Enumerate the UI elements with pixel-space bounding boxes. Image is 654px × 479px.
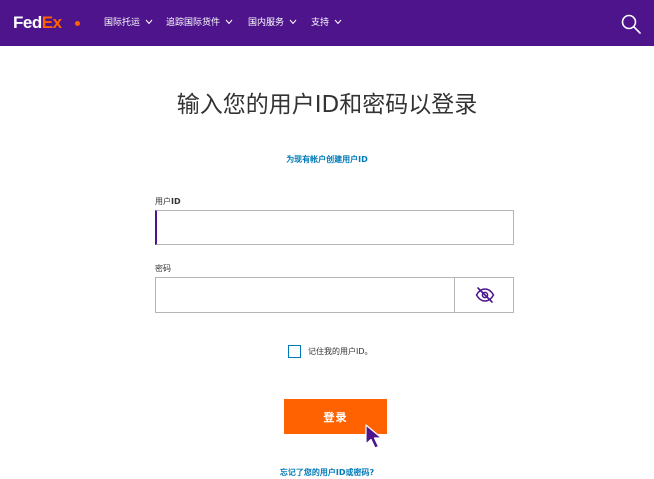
chevron-down-icon xyxy=(289,19,297,25)
fedex-logo[interactable]: FedEx xyxy=(13,13,80,33)
logo-ex-text: Ex xyxy=(41,13,62,32)
page-title: 输入您的用户ID和密码以登录 xyxy=(176,92,478,118)
show-password-button[interactable] xyxy=(454,277,514,313)
menu-item-label: 国际托运 xyxy=(104,18,141,28)
search-button[interactable] xyxy=(620,13,642,35)
logo-dot xyxy=(75,21,80,26)
create-user-id-link[interactable]: 为现有帐户创建用户ID xyxy=(0,153,654,167)
menu-item-label: 追踪国际货件 xyxy=(166,18,221,28)
eye-slash-icon xyxy=(475,287,495,303)
mouse-pointer-icon xyxy=(365,424,383,449)
remember-me-label[interactable]: 记住我的用户ID。 xyxy=(308,345,373,358)
chevron-down-icon xyxy=(225,19,233,25)
password-label: 密码 xyxy=(155,264,171,273)
menu-item-track-international[interactable]: 追踪国际货件 xyxy=(166,15,233,31)
userid-label-prefix: 用户 xyxy=(155,197,171,206)
userid-label: 用户ID xyxy=(155,196,181,208)
menu-item-label: 国内服务 xyxy=(248,18,285,28)
menu-item-domestic-services[interactable]: 国内服务 xyxy=(248,15,297,31)
chevron-down-icon xyxy=(145,19,153,25)
top-nav-bar: FedEx 国际托运 追踪国际货件 国内服务 支持 xyxy=(0,0,654,46)
search-icon xyxy=(621,14,641,34)
password-input[interactable] xyxy=(155,277,455,313)
menu-item-support[interactable]: 支持 xyxy=(311,15,342,31)
forgot-id-password-link[interactable]: 忘记了您的用户ID或密码? xyxy=(0,467,654,479)
logo-fed-text: Fed xyxy=(13,13,42,32)
userid-input[interactable] xyxy=(155,210,514,245)
menu-item-international-shipping[interactable]: 国际托运 xyxy=(104,15,153,31)
menu-item-label: 支持 xyxy=(311,18,330,28)
userid-label-suffix: ID xyxy=(171,197,181,206)
chevron-down-icon xyxy=(334,19,342,25)
remember-me-checkbox[interactable] xyxy=(288,345,301,358)
